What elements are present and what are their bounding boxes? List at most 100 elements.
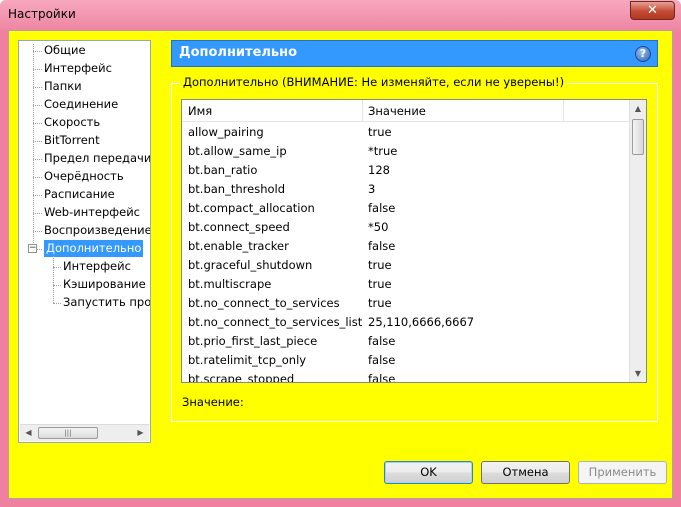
list-row[interactable]: bt.compact_allocation false: [182, 199, 629, 218]
list-vertical-scrollbar[interactable]: ▲ ▼: [629, 100, 646, 382]
tree-item[interactable]: Дополнительно: [44, 240, 144, 257]
list-row[interactable]: bt.ratelimit_tcp_only false: [182, 351, 629, 370]
tree-connector: [33, 195, 42, 196]
tree-connector: [53, 267, 61, 268]
setting-value: true: [368, 296, 392, 310]
list-row[interactable]: bt.ban_threshold 3: [182, 180, 629, 199]
setting-name: bt.prio_first_last_piece: [188, 334, 318, 348]
list-row[interactable]: bt.multiscrape true: [182, 275, 629, 294]
setting-value: false: [368, 353, 396, 367]
tree-connector: [33, 177, 42, 178]
list-row[interactable]: bt.no_connect_to_services true: [182, 294, 629, 313]
setting-value: false: [368, 239, 396, 253]
setting-name: bt.connect_speed: [188, 220, 290, 234]
tree-item[interactable]: Кэширование: [63, 276, 146, 293]
cancel-button[interactable]: Отмена: [481, 461, 570, 484]
setting-value: false: [368, 201, 396, 215]
scroll-thumb[interactable]: |||: [38, 427, 98, 439]
collapse-icon[interactable]: −: [28, 244, 37, 253]
setting-name: bt.multiscrape: [188, 277, 272, 291]
column-header-name[interactable]: Имя: [182, 100, 212, 122]
tree-connector: [33, 141, 42, 142]
tree-connector: [33, 231, 42, 232]
setting-value: 3: [368, 182, 376, 196]
setting-value: 128: [368, 163, 390, 177]
dialog-client-area: ◀ ||| ▶ Общие Интерфейс Папки Соединение Ско…: [8, 30, 673, 499]
setting-name: bt.ratelimit_tcp_only: [188, 353, 307, 367]
tree-item[interactable]: Интерфейс: [44, 60, 112, 77]
tree-connector: [33, 69, 42, 70]
setting-value: false: [368, 372, 396, 383]
scroll-thumb[interactable]: [632, 119, 644, 155]
scroll-left-arrow-icon[interactable]: ◀: [20, 425, 37, 441]
setting-value: false: [368, 334, 396, 348]
list-row[interactable]: bt.enable_tracker false: [182, 237, 629, 256]
panel-header: Дополнительно ?: [171, 40, 658, 67]
tree-item[interactable]: Папки: [44, 78, 82, 95]
group-label: Дополнительно (ВНИМАНИЕ: Не изменяйте, е…: [180, 75, 568, 89]
list-row[interactable]: bt.allow_same_ip *true: [182, 142, 629, 161]
apply-button[interactable]: Применить: [578, 461, 667, 484]
title-bar[interactable]: Настройки ✕: [0, 0, 681, 30]
list-row[interactable]: bt.scrape_stopped false: [182, 370, 629, 383]
tree-connector: [53, 303, 61, 304]
tree-item[interactable]: Очерёдность: [44, 168, 124, 185]
setting-name: bt.allow_same_ip: [188, 144, 287, 158]
setting-value: 25,110,6666,6667: [368, 315, 475, 329]
tree-item[interactable]: Web-интерфейс: [44, 204, 140, 221]
list-row[interactable]: bt.connect_speed *50: [182, 218, 629, 237]
tree-item[interactable]: Воспроизведение: [44, 222, 150, 239]
list-row[interactable]: bt.prio_first_last_piece false: [182, 332, 629, 351]
tree-connector: [53, 254, 54, 303]
list-row[interactable]: bt.no_connect_to_services_list 25,110,666…: [182, 313, 629, 332]
ok-button[interactable]: OK: [384, 461, 473, 484]
setting-value: *50: [368, 220, 389, 234]
value-label: Значение:: [182, 395, 244, 409]
tree-connector: [33, 87, 42, 88]
settings-category-tree[interactable]: ◀ ||| ▶ Общие Интерфейс Папки Соединение Ско…: [18, 40, 151, 443]
tree-connector: [33, 213, 42, 214]
tree-item[interactable]: Расписание: [44, 186, 115, 203]
setting-name: bt.scrape_stopped: [188, 372, 295, 383]
setting-value: true: [368, 277, 392, 291]
list-row[interactable]: allow_pairing true: [182, 123, 629, 142]
list-row[interactable]: bt.graceful_shutdown true: [182, 256, 629, 275]
tree-connector: [33, 51, 42, 52]
advanced-settings-list[interactable]: Имя Значение allow_pairing true bt.allow_s…: [181, 99, 647, 383]
window-title: Настройки: [8, 7, 76, 21]
scroll-right-arrow-icon[interactable]: ▶: [132, 425, 149, 441]
setting-name: bt.enable_tracker: [188, 239, 289, 253]
help-icon[interactable]: ?: [635, 46, 651, 62]
tree-item[interactable]: Интерфейс: [63, 258, 131, 275]
column-separator[interactable]: [563, 100, 564, 122]
tree-item[interactable]: Запустить прогр: [63, 294, 150, 311]
setting-name: bt.graceful_shutdown: [188, 258, 313, 272]
tree-item[interactable]: Общие: [44, 42, 86, 59]
setting-name: bt.ban_threshold: [188, 182, 286, 196]
list-row[interactable]: bt.ban_ratio 128: [182, 161, 629, 180]
setting-name: bt.no_connect_to_services: [188, 296, 340, 310]
advanced-group-box: Дополнительно (ВНИМАНИЕ: Не изменяйте, е…: [171, 75, 658, 422]
tree-item[interactable]: Предел передачи: [44, 150, 150, 167]
settings-window: Настройки ✕ ◀ ||| ▶ Общие Интерфейс Папки С…: [0, 0, 681, 507]
tree-item[interactable]: Скорость: [44, 114, 100, 131]
scroll-up-arrow-icon[interactable]: ▲: [630, 100, 646, 117]
setting-value: true: [368, 258, 392, 272]
tree-connector: [33, 159, 42, 160]
tree-item[interactable]: BitTorrent: [44, 132, 100, 149]
tree-connector: [33, 105, 42, 106]
setting-value: *true: [368, 144, 398, 158]
tree-connector: [33, 123, 42, 124]
close-button[interactable]: ✕: [630, 1, 675, 20]
column-header-value[interactable]: Значение: [362, 100, 426, 122]
tree-connector: [33, 44, 34, 249]
setting-name: allow_pairing: [188, 125, 264, 139]
list-header: Имя Значение: [182, 100, 629, 122]
tree-item[interactable]: Соединение: [44, 96, 118, 113]
setting-name: bt.compact_allocation: [188, 201, 315, 215]
setting-name: bt.ban_ratio: [188, 163, 258, 177]
setting-value: true: [368, 125, 392, 139]
tree-horizontal-scrollbar[interactable]: ◀ ||| ▶: [20, 424, 149, 441]
scroll-down-arrow-icon[interactable]: ▼: [630, 365, 646, 382]
tree-connector: [53, 285, 61, 286]
